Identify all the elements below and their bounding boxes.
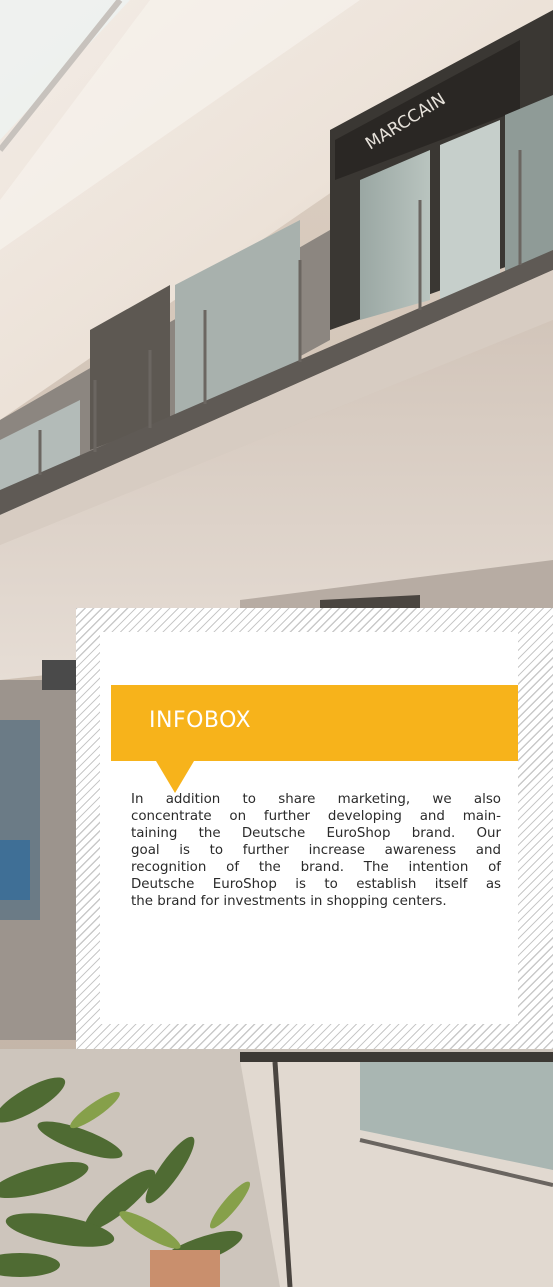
infobox-pointer-arrow — [156, 761, 194, 793]
infobox-title: INFOBOX — [149, 708, 252, 733]
infobox-line: taining the Deutsche EuroShop brand. Our — [131, 826, 501, 841]
infobox-body: In addition to share marketing, we also … — [131, 791, 501, 910]
infobox-line: goal is to further increase awareness an… — [131, 843, 501, 858]
infobox-line: Deutsche EuroShop is to establish itself… — [131, 877, 501, 892]
infobox-line: In addition to share marketing, we also — [131, 792, 501, 807]
infobox-line: concentrate on further developing and ma… — [131, 809, 501, 824]
infobox: INFOBOX In addition to share marketing, … — [76, 608, 553, 1049]
infobox-line: recognition of the brand. The intention … — [131, 860, 501, 875]
infobox-line: the brand for investments in shopping ce… — [131, 894, 447, 909]
infobox-header: INFOBOX — [111, 685, 518, 761]
